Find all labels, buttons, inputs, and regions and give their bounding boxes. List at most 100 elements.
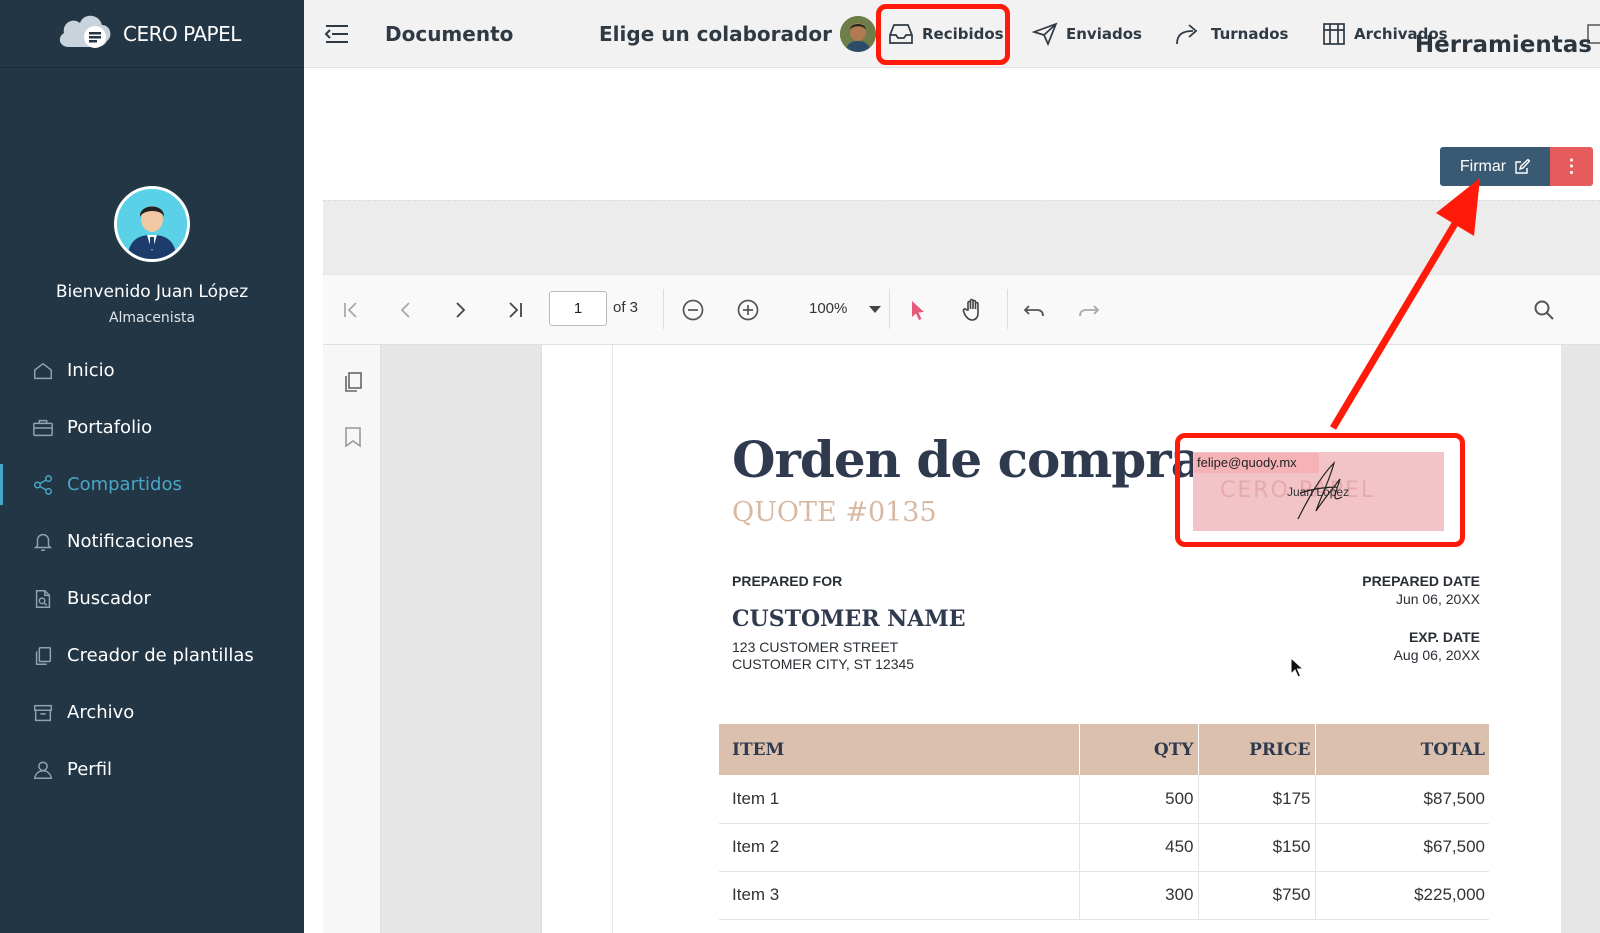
customer-address-line1: 123 CUSTOMER STREET — [732, 639, 899, 655]
sidebar-item-inicio[interactable]: Inicio — [0, 342, 304, 399]
sidebar-item-creador-de-plantillas[interactable]: Creador de plantillas — [0, 627, 304, 684]
home-icon — [31, 359, 55, 383]
redo-icon[interactable] — [1074, 295, 1104, 325]
user-icon — [31, 758, 55, 782]
collaborator-label: Elige un colaborador — [599, 22, 832, 46]
table-cell: $175 — [1198, 775, 1316, 824]
pdf-toolbar: 1 of 3 100% — [323, 274, 1600, 345]
archive-icon — [31, 701, 55, 725]
prepared-date: Jun 06, 20XX — [1395, 591, 1480, 607]
sidebar-item-compartidos[interactable]: Compartidos — [0, 456, 304, 513]
table-cell: Item 2 — [719, 823, 1080, 872]
table-cell: 300 — [1079, 871, 1199, 920]
sidebar-item-label: Archivo — [67, 702, 135, 723]
signature-highlight — [1175, 433, 1465, 547]
collaborator-avatar[interactable] — [839, 16, 876, 52]
user-role: Almacenista — [108, 310, 196, 326]
zoom-in-icon[interactable] — [733, 295, 763, 325]
sidebar-item-portafolio[interactable]: Portafolio — [0, 399, 304, 456]
sidebar-item-label: Compartidos — [67, 474, 182, 495]
sidebar: CERO PAPEL Bienvenido Juan López Almacen… — [0, 0, 304, 933]
thumbnail-panel — [323, 345, 381, 933]
cloud-logo-icon — [55, 11, 115, 56]
tab-turnados[interactable]: Turnados — [1175, 0, 1288, 68]
column-header: PRICE — [1198, 724, 1316, 775]
toolbar-divider — [1007, 289, 1008, 329]
send-icon — [1032, 22, 1058, 46]
sidebar-item-label: Buscador — [67, 588, 151, 609]
tools-heading: Herramientas — [1414, 32, 1592, 58]
exp-date: Aug 06, 20XX — [1393, 647, 1480, 663]
previous-page-icon[interactable] — [391, 295, 421, 325]
tab-label: Turnados — [1211, 25, 1289, 43]
sidebar-item-perfil[interactable]: Perfil — [0, 741, 304, 798]
sign-button[interactable]: Firmar — [1440, 147, 1550, 186]
page-total: of 3 — [613, 299, 639, 316]
zoom-level[interactable]: 100% — [809, 300, 847, 317]
collaborator-select[interactable]: Elige un colaborador — [599, 0, 876, 68]
sidebar-item-notificaciones[interactable]: Notificaciones — [0, 513, 304, 570]
column-header: QTY — [1079, 724, 1199, 775]
bell-icon — [31, 530, 55, 554]
sidebar-item-label: Portafolio — [67, 417, 153, 438]
more-options-button[interactable]: ⋮ — [1550, 147, 1593, 186]
columns-icon — [1322, 22, 1346, 46]
sign-label: Firmar — [1459, 157, 1507, 175]
page-title: Documento — [385, 22, 514, 46]
table-cell: Item 1 — [719, 775, 1080, 824]
tab-label: Enviados — [1066, 25, 1142, 43]
mouse-cursor-icon — [1290, 656, 1305, 684]
bookmark-icon[interactable] — [344, 426, 362, 453]
pages-icon[interactable] — [343, 371, 363, 398]
next-page-icon[interactable] — [445, 295, 475, 325]
table-header-row: ITEM QTY PRICE TOTAL — [719, 724, 1489, 775]
avatar[interactable] — [114, 186, 190, 262]
zoom-out-icon[interactable] — [678, 295, 708, 325]
table-cell: $87,500 — [1315, 775, 1489, 824]
sidebar-item-label: Perfil — [67, 759, 113, 780]
app-logo[interactable]: CERO PAPEL — [0, 0, 304, 68]
table-row: Item 1 500 $175 $87,500 — [719, 775, 1489, 824]
tab-enviados[interactable]: Enviados — [1032, 0, 1142, 68]
sidebar-item-label: Notificaciones — [67, 531, 194, 552]
prepared-date-label: PREPARED DATE — [1362, 573, 1480, 589]
table-row: Item 2 450 $150 $67,500 — [719, 823, 1489, 872]
undo-icon[interactable] — [1019, 295, 1049, 325]
quote-table: ITEM QTY PRICE TOTAL Item 1 500 $175 $87… — [719, 724, 1489, 920]
sidebar-item-label: Creador de plantillas — [67, 645, 254, 666]
copy-icon — [31, 644, 55, 668]
toolbar-divider — [889, 289, 890, 329]
sidebar-item-label: Inicio — [67, 360, 115, 381]
table-cell: Item 3 — [719, 871, 1080, 920]
pointer-select-icon[interactable] — [903, 295, 933, 325]
column-header: TOTAL — [1315, 724, 1489, 775]
search-icon[interactable] — [1529, 295, 1559, 325]
customer-address-line2: CUSTOMER CITY, ST 12345 — [732, 656, 915, 672]
brand-name: CERO PAPEL — [123, 21, 241, 46]
pan-hand-icon[interactable] — [958, 295, 988, 325]
table-row: Item 3 300 $750 $225,000 — [719, 871, 1489, 920]
table-cell: $67,500 — [1315, 823, 1489, 872]
sidebar-item-buscador[interactable]: Buscador — [0, 570, 304, 627]
table-cell: 500 — [1079, 775, 1199, 824]
edit-icon — [1514, 158, 1531, 175]
last-page-icon[interactable] — [500, 295, 530, 325]
briefcase-icon — [31, 416, 55, 440]
table-cell: 450 — [1079, 823, 1199, 872]
table-cell: $225,000 — [1315, 871, 1489, 920]
share-icon — [31, 473, 55, 497]
forward-icon — [1175, 22, 1203, 46]
table-cell: $750 — [1198, 871, 1316, 920]
recibidos-highlight — [876, 4, 1010, 65]
first-page-icon[interactable] — [336, 295, 366, 325]
prepared-for-label: PREPARED FOR — [732, 573, 843, 589]
sidebar-item-archivo[interactable]: Archivo — [0, 684, 304, 741]
exp-date-label: EXP. DATE — [1408, 629, 1480, 645]
zoom-dropdown-icon[interactable] — [860, 295, 890, 325]
document-search-icon — [31, 587, 55, 611]
page-number-input[interactable]: 1 — [549, 291, 607, 326]
menu-collapse-icon[interactable] — [322, 0, 350, 68]
viewer-header — [323, 200, 1600, 274]
quote-number: QUOTE #0135 — [732, 497, 937, 528]
column-header: ITEM — [719, 724, 1080, 775]
